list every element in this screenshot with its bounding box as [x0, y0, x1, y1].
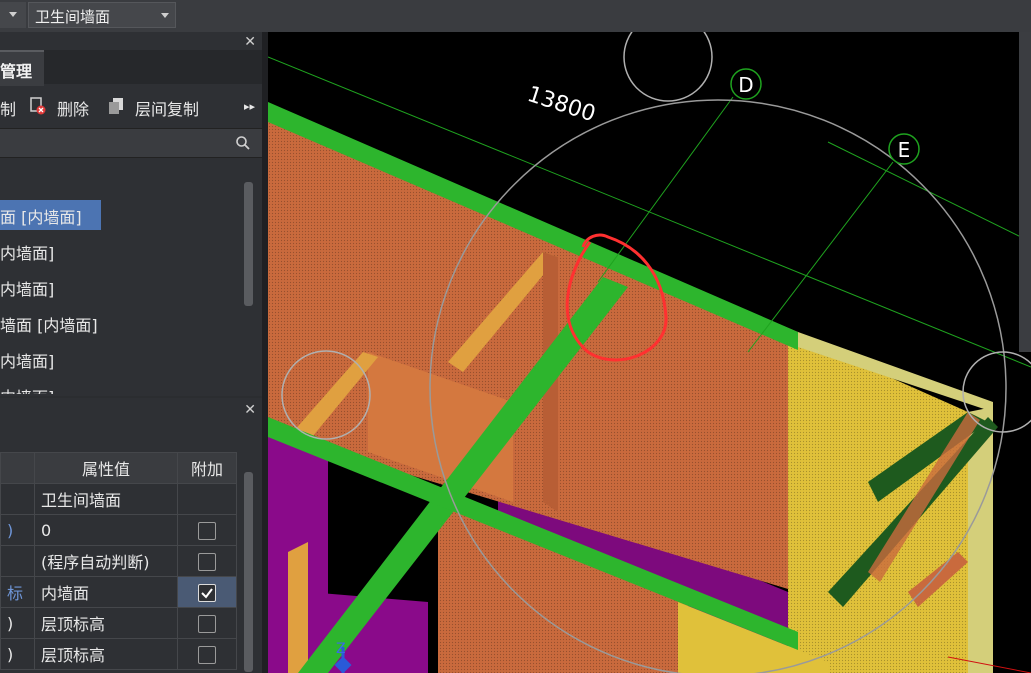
3d-viewport[interactable]: D E 13800 Z [268, 32, 1031, 673]
properties-table: 属性值 附加 卫生间墙面 ) 0 (程序自动判断) 标 内墙面) 层顶标高)… [0, 452, 237, 670]
delete-icon [30, 97, 46, 115]
checkbox-checked[interactable] [198, 583, 216, 602]
check-icon [201, 588, 213, 599]
table-row: 标 内墙面 [0, 576, 237, 608]
floor-type-value: 卫生间墙面 [35, 8, 111, 26]
tab-strip [44, 50, 262, 84]
table-row: (程序自动判断) [0, 545, 237, 577]
tree-item-label: 内墙面] [0, 280, 55, 299]
properties-scrollbar[interactable] [244, 472, 253, 672]
component-panel: ✕ 管理 制 删除 层间复制 ▸▸ 面 [内墙面] 内墙面] 内墙面] 墙面 [… [0, 32, 262, 396]
orbit-handle[interactable] [623, 32, 713, 102]
properties-panel: ✕ 属性值 附加 卫生间墙面 ) 0 (程序自动判断) 标 内墙面) 层顶标高… [0, 398, 262, 673]
panel-toolbar: 制 删除 层间复制 ▸▸ [0, 86, 262, 126]
tab-management[interactable]: 管理 [0, 50, 44, 86]
tree-item[interactable]: 面 [内墙面] [0, 200, 101, 230]
checkbox[interactable] [198, 614, 216, 633]
col-header-value: 属性值 [34, 452, 178, 484]
chevron-down-icon [161, 13, 169, 18]
tree-item-label: 内墙面] [0, 352, 55, 371]
table-row: ) 层顶标高 [0, 638, 237, 670]
prop-extra [177, 607, 237, 639]
checkbox[interactable] [198, 645, 216, 664]
prop-extra [177, 576, 237, 608]
chevron-down-icon [9, 12, 17, 17]
prop-extra [177, 638, 237, 670]
tree-item-label: 内墙面] [0, 384, 54, 394]
prop-value[interactable]: 卫生间墙面 [34, 483, 178, 515]
prop-value[interactable]: (程序自动判断) [34, 545, 178, 577]
tree-item-label: 面 [内墙面] [0, 208, 82, 227]
top-toolbar: 卫生间墙面 [0, 0, 1031, 33]
prop-value[interactable]: 层顶标高 [34, 607, 178, 639]
close-icon[interactable]: ✕ [244, 34, 256, 50]
col-header-name [0, 452, 35, 484]
prop-key [0, 545, 35, 577]
prop-key: ) [0, 638, 35, 670]
component-tree: 面 [内墙面] 内墙面] 内墙面] 墙面 [内墙面] 内墙面] 内墙面] [0, 158, 248, 394]
prop-value[interactable]: 内墙面 [34, 576, 178, 608]
checkbox[interactable] [198, 521, 216, 540]
prop-key: 标 [0, 576, 35, 608]
axis-label-e: E [898, 138, 911, 162]
more-tools-button[interactable]: ▸▸ [244, 100, 255, 113]
tree-scrollbar[interactable] [244, 182, 253, 306]
copy-button[interactable]: 制 [0, 96, 16, 120]
delete-button[interactable]: 删除 [57, 96, 89, 120]
prop-key [0, 483, 35, 515]
z-axis-label: Z [336, 641, 346, 657]
model-view: D E 13800 Z [268, 32, 1031, 673]
table-row: ) 0 [0, 514, 237, 546]
table-row: ) 层顶标高 [0, 607, 237, 639]
table-row: 卫生间墙面 [0, 483, 237, 515]
tree-item-label: 墙面 [内墙面] [0, 316, 98, 335]
checkbox[interactable] [198, 552, 216, 571]
floor-copy-button[interactable]: 层间复制 [135, 96, 199, 120]
copy-icon [109, 98, 123, 114]
prop-value[interactable]: 0 [34, 514, 178, 546]
close-icon[interactable]: ✕ [244, 402, 256, 418]
prop-extra [177, 545, 237, 577]
prop-extra [177, 514, 237, 546]
grid-line-d [597, 96, 734, 283]
search-icon[interactable] [235, 135, 251, 151]
col-header-extra: 附加 [177, 452, 237, 484]
right-tool-strip[interactable] [1019, 32, 1031, 352]
prop-extra [177, 483, 237, 515]
column [288, 542, 308, 673]
tree-item-label: 内墙面] [0, 244, 55, 263]
dimension-label: 13800 [524, 82, 598, 127]
prop-key: ) [0, 514, 35, 546]
dropdown-left[interactable] [0, 2, 26, 28]
axis-label-d: D [738, 73, 753, 97]
prop-value[interactable]: 层顶标高 [34, 638, 178, 670]
tab-label: 管理 [0, 62, 33, 81]
prop-key: ) [0, 607, 35, 639]
floor-type-dropdown[interactable]: 卫生间墙面 [28, 2, 176, 28]
search-bar[interactable] [0, 128, 262, 158]
grid-line-e [747, 161, 894, 353]
